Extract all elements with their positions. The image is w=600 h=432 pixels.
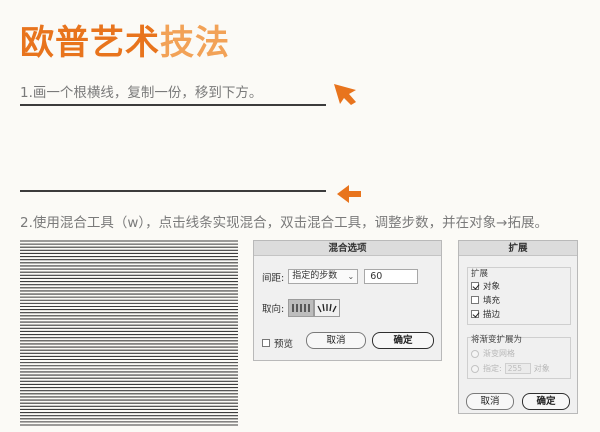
preview-label: 预览	[274, 339, 294, 350]
fill-label: 填充	[483, 296, 501, 306]
expand-dialog: 扩展 扩展 对象 填充 描边 将渐变扩展为 渐变网格 指定: 255 对象 取消…	[458, 240, 578, 414]
orientation-buttons	[288, 299, 341, 317]
specify-input[interactable]: 255	[504, 363, 531, 374]
step1-text: 1.画一个根横线，复制一份，移到下方。	[20, 85, 263, 101]
align-to-page-icon	[292, 304, 310, 312]
ok-button[interactable]: 确定	[372, 332, 434, 349]
preview-checkbox[interactable]	[262, 339, 270, 347]
page-title: 欧普艺术 技法	[20, 14, 230, 64]
gradient-group-label: 将渐变扩展为	[471, 335, 523, 345]
step2-text: 2.使用混合工具（w），点击线条实现混合，双击混合工具，调整步数，并在对象→拓展…	[20, 215, 548, 231]
gradient-mesh-label: 渐变网格	[483, 349, 515, 358]
blend-lines-preview	[20, 240, 238, 426]
dialog-title: 扩展	[459, 241, 577, 256]
spacing-select-value: 指定的步数	[292, 271, 338, 281]
arrow-left-icon	[337, 185, 361, 203]
steps-input[interactable]: 60	[364, 269, 419, 284]
object-label: 对象	[483, 282, 501, 292]
align-to-path-button[interactable]	[314, 299, 341, 317]
horizontal-line-top	[20, 104, 326, 106]
cancel-button[interactable]: 取消	[466, 393, 514, 410]
specify-radio[interactable]	[471, 364, 479, 373]
stroke-checkbox[interactable]	[471, 310, 479, 318]
fill-checkbox[interactable]	[471, 296, 479, 304]
spacing-select[interactable]: 指定的步数 ⌄	[288, 269, 359, 284]
specify-label: 指定:	[483, 364, 502, 373]
option-row: 填充	[471, 294, 500, 306]
align-to-path-icon	[317, 303, 337, 313]
arrow-left-icon	[334, 84, 356, 105]
dialog-title: 混合选项	[254, 241, 441, 256]
option-row: 对象	[471, 280, 500, 292]
gradient-mesh-row: 渐变网格	[471, 348, 515, 359]
specify-row: 指定: 255 对象	[471, 363, 550, 374]
cancel-button[interactable]: 取消	[306, 332, 366, 349]
spacing-label: 间距:	[262, 272, 285, 284]
option-row: 描边	[471, 308, 500, 320]
expand-group-label: 扩展	[471, 269, 489, 279]
title-part2: 技法	[160, 22, 230, 63]
gradient-mesh-radio[interactable]	[471, 349, 479, 358]
horizontal-line-bottom	[20, 190, 326, 192]
ok-button[interactable]: 确定	[522, 393, 570, 410]
specify-unit: 对象	[533, 364, 550, 373]
blend-options-dialog: 混合选项 间距: 指定的步数 ⌄ 60 取向: 预览 取消 确定	[253, 240, 442, 361]
object-checkbox[interactable]	[471, 282, 479, 290]
title-part1: 欧普艺术	[20, 22, 160, 63]
orientation-label: 取向:	[262, 304, 285, 315]
chevron-down-icon: ⌄	[347, 272, 355, 281]
stroke-label: 描边	[483, 310, 501, 320]
align-to-page-button[interactable]	[288, 299, 315, 317]
